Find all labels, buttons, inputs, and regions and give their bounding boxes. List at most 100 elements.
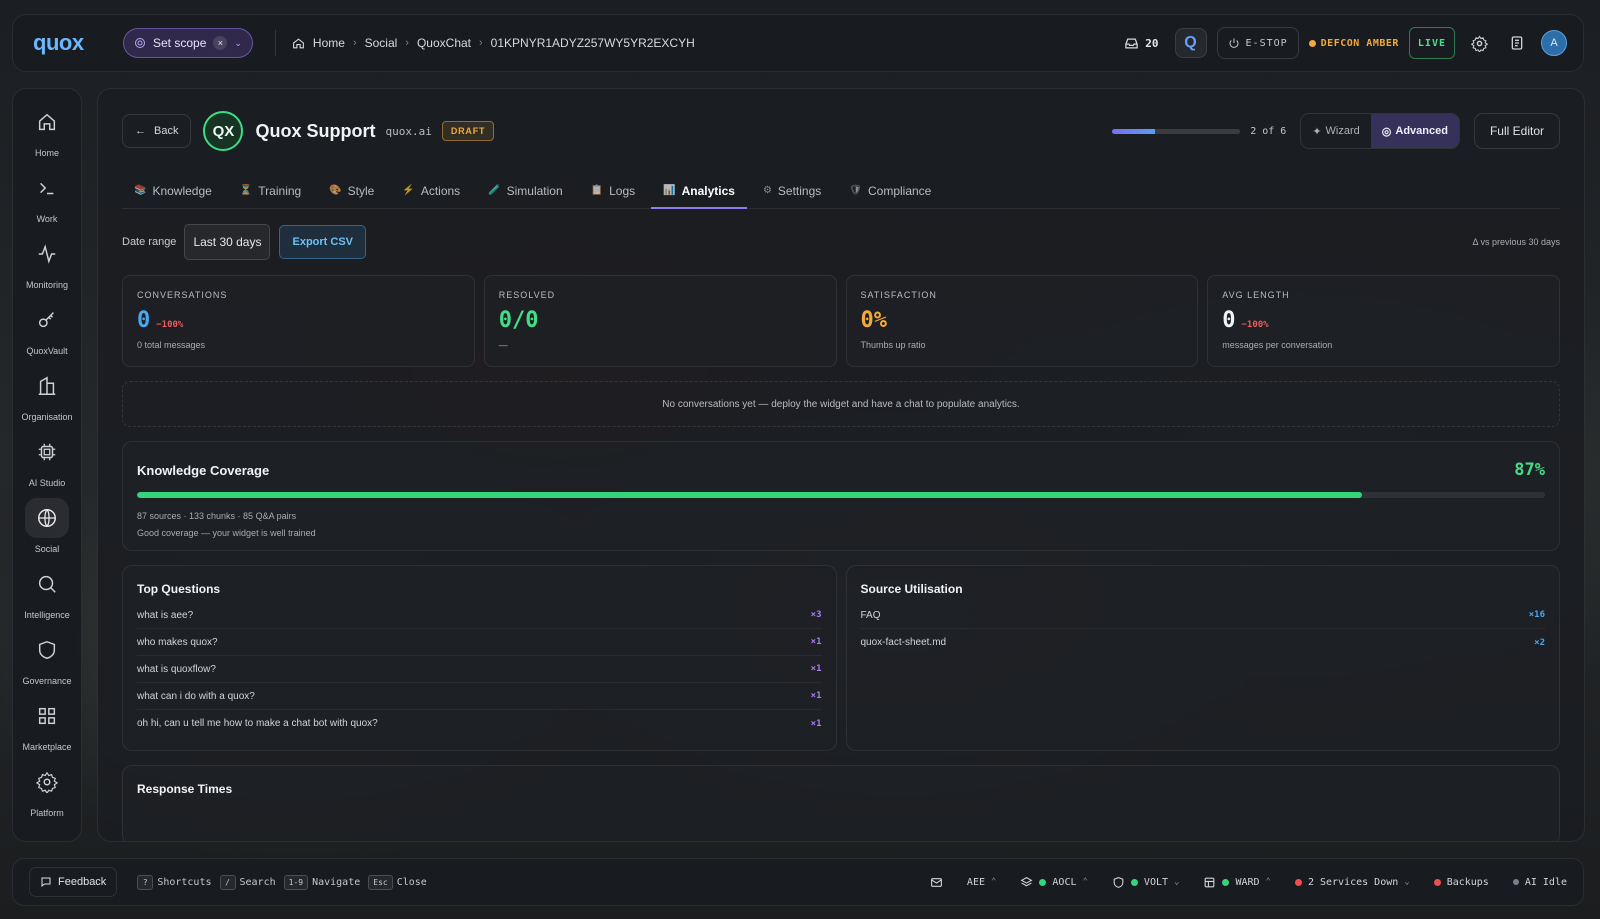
sidebar-item-monitoring[interactable]: Monitoring: [13, 229, 81, 295]
home-icon: [293, 37, 304, 48]
sidebar-item-label: Intelligence: [24, 610, 70, 620]
sidebar-item-label: Home: [34, 148, 59, 158]
chevron-down-icon: ⌄: [1174, 877, 1180, 887]
list-item[interactable]: FAQ ×16: [860, 602, 1545, 629]
aocl-label: AOCL: [1052, 876, 1077, 888]
defcon-indicator[interactable]: DEFCON AMBER: [1308, 38, 1399, 49]
breadcrumb-home[interactable]: Home: [313, 36, 345, 50]
tab-knowledge[interactable]: 📚 Knowledge: [122, 173, 224, 208]
settings-button[interactable]: [1465, 29, 1493, 57]
kpi-delta: −100%: [156, 320, 184, 330]
services-status[interactable]: 2 Services Down ⌄: [1294, 877, 1410, 888]
tab-label: Training: [258, 183, 302, 198]
home-icon: [38, 113, 56, 131]
status-dot-grey: [1512, 879, 1519, 885]
sidebar-item-label: QuoxVault: [26, 346, 68, 356]
status-dot-green: [1222, 878, 1230, 886]
list-item[interactable]: what can i do with a quox? ×1: [137, 683, 822, 710]
full-editor-button[interactable]: Full Editor: [1473, 113, 1560, 149]
sidebar-item-label: Work: [36, 214, 58, 224]
back-button[interactable]: ← Back: [122, 114, 192, 148]
tab-label: Simulation: [506, 183, 563, 198]
live-badge[interactable]: LIVE: [1408, 27, 1455, 59]
set-scope-button[interactable]: Set scope × ⌄: [123, 28, 253, 58]
sidebar-item-label: Monitoring: [25, 280, 69, 290]
tab-label: Style: [347, 183, 375, 198]
chevron-up-icon: ⌃: [990, 877, 997, 887]
mail-button[interactable]: [930, 876, 943, 889]
tab-compliance[interactable]: 🛡 Compliance: [837, 173, 943, 208]
terminal-icon: [40, 182, 54, 195]
ward-status[interactable]: WARD ⌃: [1203, 876, 1271, 889]
date-range-label: Date range: [122, 236, 177, 248]
e-stop-button[interactable]: E-STOP: [1216, 27, 1299, 59]
quox-assistant-button[interactable]: Q: [1174, 28, 1207, 58]
divider: [274, 30, 276, 56]
coverage-progress-fill: [137, 492, 1362, 498]
chevron-right-icon: ›: [352, 37, 357, 49]
feedback-button[interactable]: Feedback: [29, 867, 118, 897]
shortcut-key: 1-9: [283, 874, 309, 890]
date-range-select[interactable]: Last 30 days: [184, 224, 271, 260]
kpi-subtext: 0 total messages: [137, 340, 206, 350]
tab-training[interactable]: ⏳ Training: [228, 173, 313, 208]
tab-logs[interactable]: 📋 Logs: [579, 173, 647, 208]
chevron-right-icon: ›: [479, 37, 483, 49]
sidebar-item-home[interactable]: Home: [13, 97, 81, 163]
scope-label: Set scope: [153, 36, 207, 50]
breadcrumb-quoxchat[interactable]: QuoxChat: [417, 36, 471, 50]
gear-icon: [1470, 34, 1488, 52]
aee-status[interactable]: AEE ⌃: [967, 877, 996, 888]
list-item[interactable]: what is quoxflow? ×1: [137, 656, 822, 683]
avatar[interactable]: A: [1541, 30, 1567, 56]
clear-scope-icon[interactable]: ×: [213, 36, 228, 50]
card-title: Source Utilisation: [860, 582, 963, 596]
wizard-mode-button[interactable]: ✦ Wizard: [1301, 114, 1370, 148]
hourglass-icon: ⏳: [239, 185, 253, 196]
sidebar-item-governance[interactable]: Governance: [13, 625, 81, 691]
sidebar-item-marketplace[interactable]: Marketplace: [13, 691, 81, 757]
sidebar-item-organisation[interactable]: Organisation: [13, 361, 81, 427]
sidebar-item-work[interactable]: Work: [13, 163, 81, 229]
activity-icon: [38, 244, 56, 264]
sidebar-item-social[interactable]: Social: [13, 493, 81, 559]
sidebar-item-quoxvault[interactable]: QuoxVault: [13, 295, 81, 361]
list-item[interactable]: quox-fact-sheet.md ×2: [861, 629, 1546, 656]
bar-chart-icon: 📊: [663, 185, 676, 196]
list-item[interactable]: what is aee? ×3: [137, 602, 822, 629]
volt-status[interactable]: VOLT ⌄: [1112, 876, 1180, 889]
list-item[interactable]: oh hi, can u tell me how to make a chat …: [137, 710, 822, 737]
tab-style[interactable]: 🎨 Style: [317, 173, 386, 208]
advanced-mode-button[interactable]: ◎ Advanced: [1370, 114, 1459, 148]
chevron-down-icon[interactable]: ⌄: [234, 38, 242, 49]
wand-icon: ✦: [1312, 125, 1322, 138]
kpi-resolved: RESOLVED 0/0 —: [483, 275, 837, 367]
list-item[interactable]: who makes quox? ×1: [137, 629, 822, 656]
inbox-button[interactable]: 20: [1124, 36, 1164, 51]
response-times-card: Response Times: [122, 765, 1560, 841]
tab-actions[interactable]: ⚡ Actions: [390, 173, 472, 208]
tab-analytics[interactable]: 📊 Analytics: [651, 173, 747, 209]
backups-status[interactable]: Backups: [1433, 877, 1489, 888]
sidebar-item-label: AI Studio: [28, 478, 66, 488]
top-questions-card: Top Questions what is aee? ×3 who makes q…: [122, 565, 837, 751]
sidebar-item-intelligence[interactable]: Intelligence: [13, 559, 81, 625]
tab-simulation[interactable]: 🧪 Simulation: [476, 173, 574, 208]
source-name: FAQ: [860, 609, 881, 621]
card-title: Response Times: [137, 782, 233, 796]
breadcrumb-social[interactable]: Social: [365, 36, 398, 50]
docs-button[interactable]: [1503, 29, 1531, 57]
kpi-label: SATISFACTION: [860, 290, 937, 300]
clipboard-icon: 📋: [590, 185, 604, 196]
sidebar-item-ai-studio[interactable]: AI Studio: [13, 427, 81, 493]
sidebar-item-platform[interactable]: Platform: [13, 757, 81, 823]
aocl-status[interactable]: AOCL ⌃: [1020, 876, 1088, 889]
tab-settings[interactable]: ⚙ Settings: [751, 173, 833, 208]
sidebar: Home Work Monitoring QuoxVault Organisat…: [12, 88, 82, 842]
kpi-satisfaction: SATISFACTION 0% Thumbs up ratio: [845, 275, 1199, 367]
key-icon: [38, 312, 54, 328]
export-csv-button[interactable]: Export CSV: [279, 225, 366, 259]
mail-icon: [931, 877, 942, 887]
quox-logo[interactable]: quox: [33, 30, 109, 56]
ai-status[interactable]: AI Idle: [1512, 877, 1567, 888]
